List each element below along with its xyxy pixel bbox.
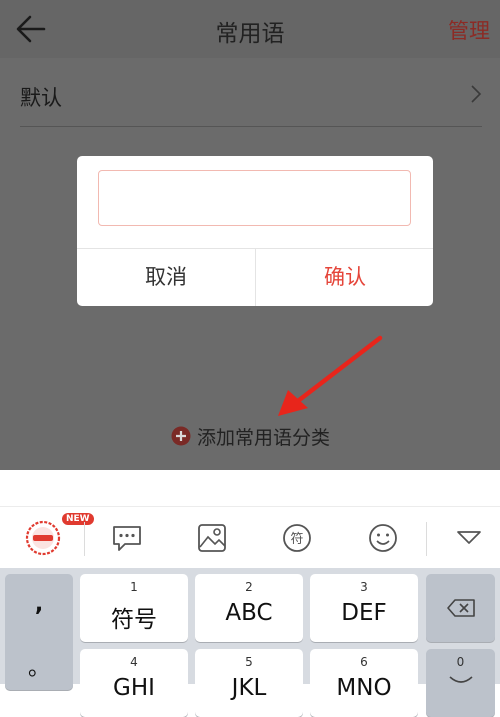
chevron-right-icon xyxy=(471,85,482,103)
key-number: 5 xyxy=(245,655,253,669)
period-key-label: 。 xyxy=(27,656,50,681)
key-4-ghi[interactable]: 4 GHI xyxy=(80,649,188,717)
comma-key-label: , xyxy=(34,592,44,617)
chat-bubble-icon xyxy=(113,526,141,551)
symbols-button[interactable]: 符 xyxy=(270,507,324,569)
svg-text:符: 符 xyxy=(290,531,303,547)
key-number: 0 xyxy=(456,655,465,669)
key-number: 3 xyxy=(360,580,368,594)
key-number: 6 xyxy=(360,655,368,669)
key-0-space[interactable]: 0 xyxy=(426,649,495,717)
backspace-key[interactable] xyxy=(426,574,495,642)
manage-button[interactable]: 管理 xyxy=(448,15,490,45)
image-icon xyxy=(198,524,226,552)
key-number: 1 xyxy=(130,580,138,594)
emoji-button[interactable] xyxy=(356,507,410,569)
key-number: 4 xyxy=(130,655,138,669)
add-category-label: 添加常用语分类 xyxy=(197,426,331,449)
punctuation-column[interactable]: , 。 xyxy=(5,574,73,690)
key-number: 2 xyxy=(245,580,253,594)
key-1-symbols[interactable]: 1 符号 xyxy=(80,574,188,642)
key-label: GHI xyxy=(113,675,155,701)
annotation-arrow xyxy=(278,335,383,416)
key-label: DEF xyxy=(341,600,387,626)
ime-logo-button[interactable]: NEW xyxy=(16,507,94,569)
chevron-down-icon xyxy=(457,531,481,544)
backspace-icon xyxy=(447,599,475,617)
key-2-abc[interactable]: 2 ABC xyxy=(195,574,303,642)
collapse-keyboard-button[interactable] xyxy=(444,507,494,569)
key-label: MNO xyxy=(336,675,392,701)
page-title: 常用语 xyxy=(215,21,285,47)
keyboard-toolbar: NEW 符 xyxy=(0,506,500,569)
smiley-icon xyxy=(369,524,397,552)
category-name-input[interactable] xyxy=(98,170,411,226)
t9-keyboard: , 。 1 符号 2 ABC 3 DEF 4 GHI 5 JKL 6 MNO 0 xyxy=(0,568,500,717)
cancel-button[interactable]: 取消 xyxy=(77,249,255,306)
input-candidate-area xyxy=(0,470,500,506)
app-header: 常用语 管理 xyxy=(0,0,500,58)
confirm-button[interactable]: 确认 xyxy=(256,249,433,306)
list-item-label: 默认 xyxy=(20,86,62,110)
list-item-default[interactable]: 默认 xyxy=(20,60,482,127)
key-5-jkl[interactable]: 5 JKL xyxy=(195,649,303,717)
plus-circle-icon xyxy=(171,426,191,446)
key-3-def[interactable]: 3 DEF xyxy=(310,574,418,642)
ime-logo-icon xyxy=(25,520,61,556)
key-label: ABC xyxy=(225,600,273,626)
image-button[interactable] xyxy=(185,507,239,569)
toolbar-separator xyxy=(426,522,427,556)
add-category-button[interactable]: 添加常用语分类 xyxy=(171,423,330,449)
key-label: JKL xyxy=(231,675,267,701)
key-6-mno[interactable]: 6 MNO xyxy=(310,649,418,717)
space-icon xyxy=(449,676,473,683)
toolbar-separator xyxy=(84,522,85,556)
phrases-button[interactable] xyxy=(100,507,154,569)
symbol-icon: 符 xyxy=(283,524,311,552)
add-category-dialog: 取消 确认 xyxy=(77,156,433,306)
key-label: 符号 xyxy=(111,607,157,633)
new-badge: NEW xyxy=(62,513,94,525)
